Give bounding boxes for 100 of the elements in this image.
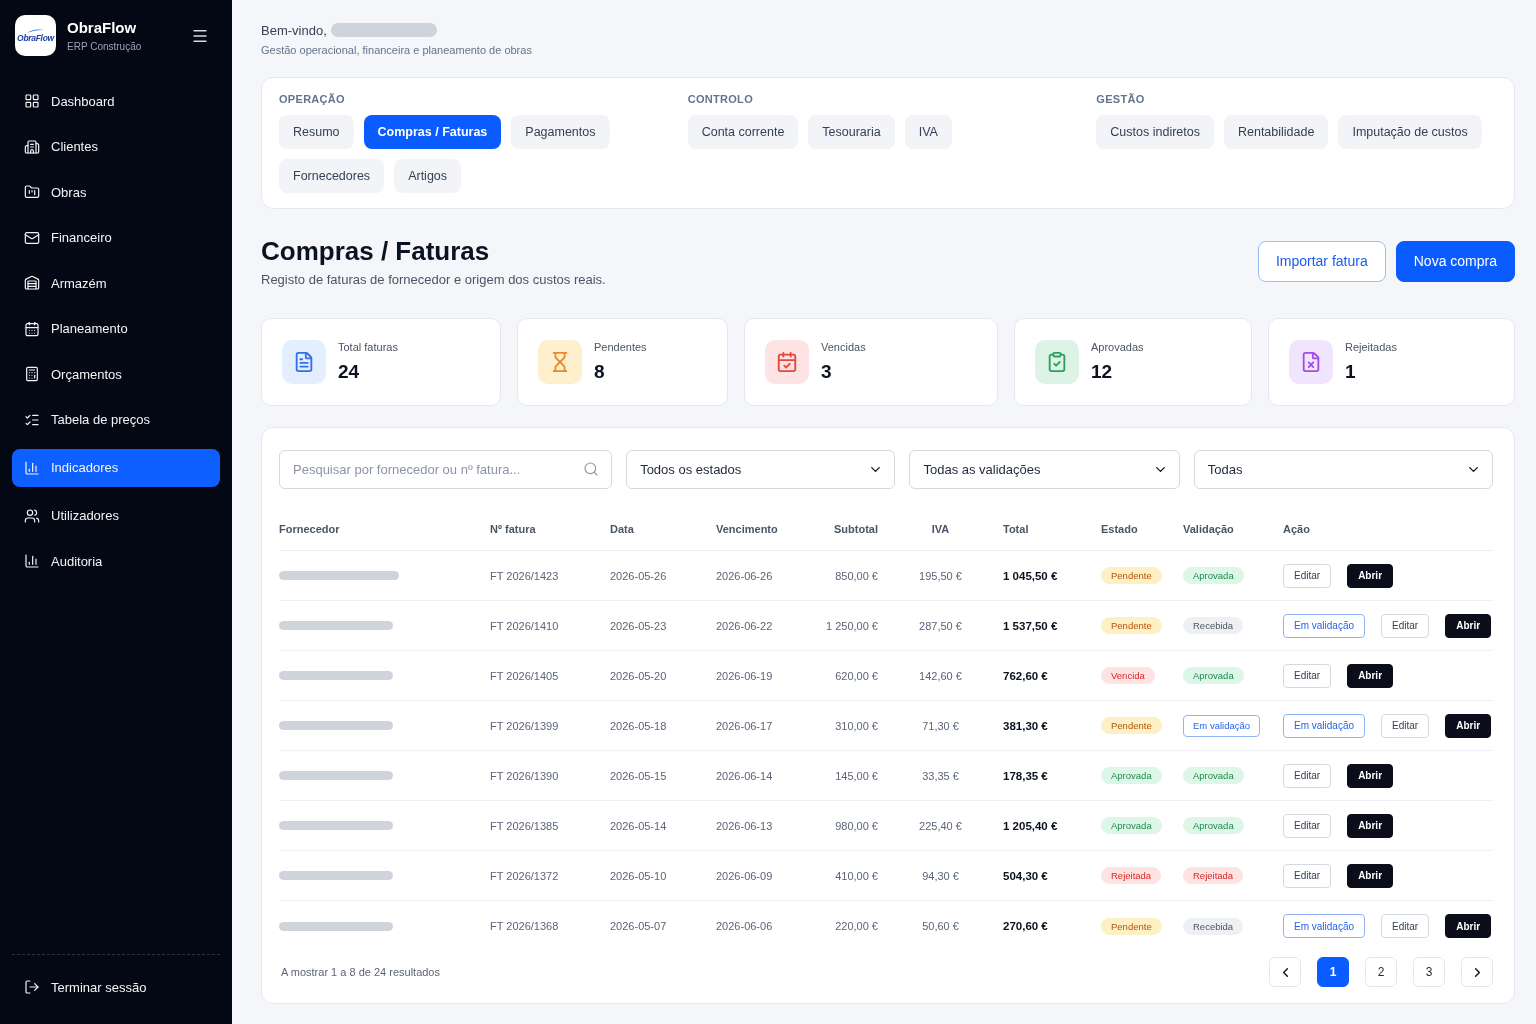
nav-item[interactable]: Financeiro — [12, 218, 220, 257]
table-cell-text: 620,00 € — [834, 669, 878, 682]
table-cell-text: 410,00 € — [834, 869, 878, 882]
filter-dropdown[interactable]: Todas — [1193, 450, 1493, 489]
status-badge: Vencida — [1101, 667, 1155, 684]
nav-item[interactable]: Utilizadores — [12, 496, 220, 535]
stat-value: 3 — [821, 361, 833, 383]
nav-item[interactable]: Indicadores — [12, 448, 220, 487]
nav-item[interactable]: Orçamentos — [12, 355, 220, 393]
new-purchase-button[interactable]: Nova compra — [1395, 240, 1515, 282]
stat-label: Total faturas — [338, 341, 398, 353]
nav-item[interactable]: Auditoria — [12, 542, 220, 580]
open-button[interactable]: Abrir — [1347, 763, 1394, 788]
column-header: Total — [1003, 523, 1030, 535]
edit-button[interactable]: Editar — [1283, 763, 1332, 788]
tagline-text: Gestão operacional, financeira e planeamento de obras — [261, 44, 533, 56]
module-tab[interactable]: Tesouraria — [808, 115, 895, 149]
validation-badge: Aprovada — [1183, 567, 1244, 584]
table-cell-text: 2026-05-26 — [610, 569, 668, 582]
nav-item[interactable]: Armazém — [12, 264, 220, 302]
edit-button[interactable]: Editar — [1381, 713, 1430, 738]
open-button[interactable]: Abrir — [1347, 663, 1394, 688]
edit-button[interactable]: Editar — [1381, 613, 1430, 638]
module-tab[interactable]: Fornecedores — [279, 159, 385, 193]
table-cell-text: 1 205,40 € — [1003, 819, 1059, 832]
open-button[interactable]: Abrir — [1347, 563, 1394, 588]
logout-button[interactable]: Terminar sessão — [12, 968, 220, 1006]
open-button[interactable]: Abrir — [1347, 863, 1394, 888]
open-button[interactable]: Abrir — [1445, 613, 1492, 638]
open-button[interactable]: Abrir — [1347, 813, 1394, 838]
search-field[interactable]: Pesquisar por fornecedor ou nº fatura... — [279, 450, 613, 489]
status-dropdown[interactable]: Todos os estados — [626, 450, 896, 489]
nav-item[interactable]: Dashboard — [12, 82, 220, 120]
next-page-button[interactable] — [1461, 957, 1493, 987]
page-button[interactable]: 3 — [1413, 957, 1445, 987]
table-cell-text: 145,00 € — [834, 769, 878, 782]
edit-button[interactable]: Editar — [1283, 863, 1332, 888]
module-tab[interactable]: Resumo — [279, 115, 354, 149]
status-badge: Pendente — [1101, 617, 1162, 634]
column-header: IVA — [930, 523, 951, 535]
building-icon — [24, 138, 40, 155]
table-cell-text: FT 2026/1423 — [490, 569, 560, 582]
module-tab[interactable]: Imputação de custos — [1338, 115, 1482, 149]
page-button[interactable]: 2 — [1365, 957, 1397, 987]
nav-item[interactable]: Obras — [12, 173, 220, 211]
table-cell-text: FT 2026/1399 — [490, 719, 560, 732]
module-tab[interactable]: Artigos — [394, 159, 462, 193]
table-cell-text: 2026-05-10 — [610, 869, 668, 882]
module-tab[interactable]: Rentabilidade — [1223, 115, 1329, 149]
module-tab[interactable]: Custos indiretos — [1096, 115, 1214, 149]
stat-value: 24 — [338, 361, 361, 383]
nav-item[interactable]: Planeamento — [12, 309, 220, 348]
table-cell-text: FT 2026/1368 — [490, 920, 560, 932]
status-badge: Pendente — [1101, 717, 1162, 734]
open-button[interactable]: Abrir — [1445, 713, 1492, 738]
table-cell-text: 195,50 € — [918, 569, 963, 582]
nav-item[interactable]: Clientes — [12, 127, 220, 166]
table-cell-text: 1 045,50 € — [1003, 569, 1059, 582]
table-cell-text: 381,30 € — [1003, 719, 1049, 732]
table-cell-text: FT 2026/1410 — [490, 619, 560, 632]
import-button[interactable]: Importar fatura — [1257, 240, 1386, 282]
status-badge: Pendente — [1101, 567, 1162, 584]
column-header: Fornecedor — [279, 523, 341, 535]
brand-name: ObraFlow — [67, 19, 138, 36]
validation-badge: Em validação — [1183, 714, 1261, 737]
review-button[interactable]: Em validação — [1283, 613, 1366, 638]
table-cell-text: 178,35 € — [1003, 769, 1049, 782]
edit-button[interactable]: Editar — [1283, 813, 1332, 838]
module-tab[interactable]: Pagamentos — [511, 115, 610, 149]
table-cell-text: 980,00 € — [834, 819, 878, 832]
review-button[interactable]: Em validação — [1283, 914, 1366, 938]
page-subtitle: Registo de faturas de fornecedor e origem dos custos reais. — [261, 272, 606, 287]
edit-button[interactable]: Editar — [1283, 663, 1332, 688]
edit-button[interactable]: Editar — [1381, 914, 1430, 938]
edit-button[interactable]: Editar — [1283, 563, 1332, 588]
table-cell-text: 762,60 € — [1003, 669, 1049, 682]
open-button[interactable]: Abrir — [1445, 914, 1492, 938]
table-cell-text: 504,30 € — [1003, 869, 1049, 882]
review-button[interactable]: Em validação — [1283, 713, 1366, 738]
stat-label: Aprovadas — [1091, 341, 1144, 353]
validation-dropdown[interactable]: Todas as validações — [909, 450, 1180, 489]
stat-value: 12 — [1091, 361, 1114, 383]
users-icon — [24, 507, 40, 524]
nav-item[interactable]: Tabela de preços — [12, 400, 220, 439]
page-title: Compras / Faturas — [261, 235, 491, 267]
module-tab[interactable]: IVA — [904, 115, 952, 149]
validation-badge: Rejeitada — [1183, 867, 1244, 884]
module-tab[interactable]: Conta corrente — [687, 115, 799, 149]
table-cell-text: 1 250,00 € — [825, 619, 878, 632]
table-cell-text: 2026-06-22 — [716, 619, 774, 632]
clipboard-check-icon — [1035, 340, 1079, 384]
document-x-icon — [1289, 340, 1333, 384]
table-cell-text: 2026-06-17 — [716, 719, 774, 732]
table-cell-text: 142,60 € — [918, 669, 963, 682]
page-button[interactable]: 1 — [1317, 957, 1349, 987]
search-icon — [583, 461, 600, 477]
table-cell-text: 2026-05-23 — [610, 619, 668, 632]
module-tab[interactable]: Compras / Faturas — [363, 115, 502, 149]
table-cell-text: 71,30 € — [921, 719, 960, 732]
previous-page-button[interactable] — [1269, 957, 1301, 987]
